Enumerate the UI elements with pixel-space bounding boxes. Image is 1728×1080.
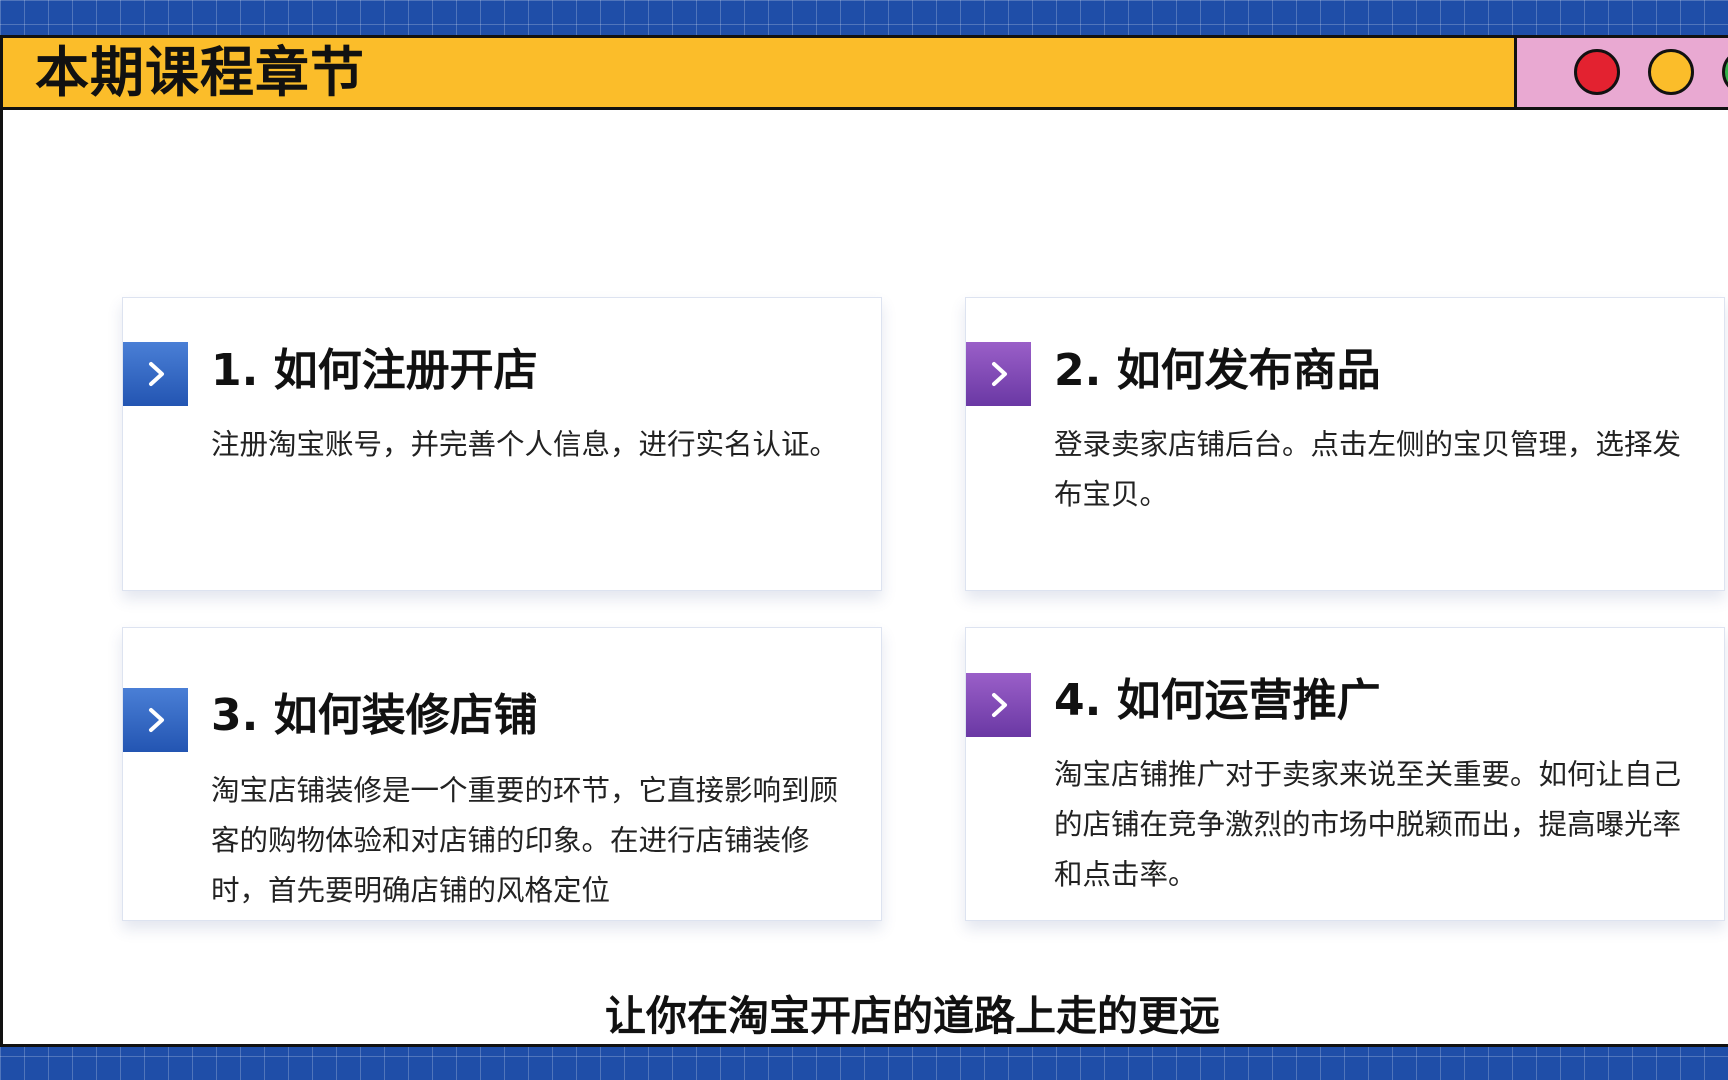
video-subtitle: 让你在淘宝开店的道路上走的更远 bbox=[605, 992, 1220, 1040]
chapter-title: 3. 如何装修店铺 bbox=[211, 690, 538, 741]
chapter-description: 淘宝店铺装修是一个重要的环节，它直接影响到顾客的购物体验和对店铺的印象。在进行店… bbox=[211, 774, 839, 907]
chapter-card-3: 3. 如何装修店铺 淘宝店铺装修是一个重要的环节，它直接影响到顾客的购物体验和对… bbox=[122, 627, 882, 921]
chapter-card-4: 4. 如何运营推广 淘宝店铺推广对于卖家来说至关重要。如何让自己的店铺在竞争激烈… bbox=[965, 627, 1725, 921]
chevron-right-icon bbox=[966, 342, 1031, 406]
chapter-card-1: 1. 如何注册开店 注册淘宝账号，并完善个人信息，进行实名认证。 bbox=[122, 297, 882, 591]
chapter-description: 注册淘宝账号，并完善个人信息，进行实名认证。 bbox=[211, 428, 839, 461]
chapter-description: 淘宝店铺推广对于卖家来说至关重要。如何让自己的店铺在竞争激烈的市场中脱颖而出，提… bbox=[1054, 758, 1682, 891]
close-dot-icon[interactable] bbox=[1574, 49, 1620, 95]
chevron-right-icon bbox=[966, 673, 1031, 737]
chapter-title: 2. 如何发布商品 bbox=[1054, 345, 1381, 396]
chapter-title: 1. 如何注册开店 bbox=[211, 345, 538, 396]
chapter-card-2: 2. 如何发布商品 登录卖家店铺后台。点击左侧的宝贝管理，选择发布宝贝。 bbox=[965, 297, 1725, 591]
chapter-description: 登录卖家店铺后台。点击左侧的宝贝管理，选择发布宝贝。 bbox=[1054, 428, 1682, 511]
title-bar: 本期课程章节 bbox=[3, 38, 1517, 110]
chapter-title: 4. 如何运营推广 bbox=[1054, 675, 1381, 726]
maximize-dot-icon[interactable] bbox=[1722, 49, 1728, 95]
window-title: 本期课程章节 bbox=[35, 41, 365, 104]
chevron-right-icon bbox=[123, 342, 188, 406]
minimize-dot-icon[interactable] bbox=[1648, 49, 1694, 95]
window-controls bbox=[1517, 38, 1728, 110]
chevron-right-icon bbox=[123, 688, 188, 752]
